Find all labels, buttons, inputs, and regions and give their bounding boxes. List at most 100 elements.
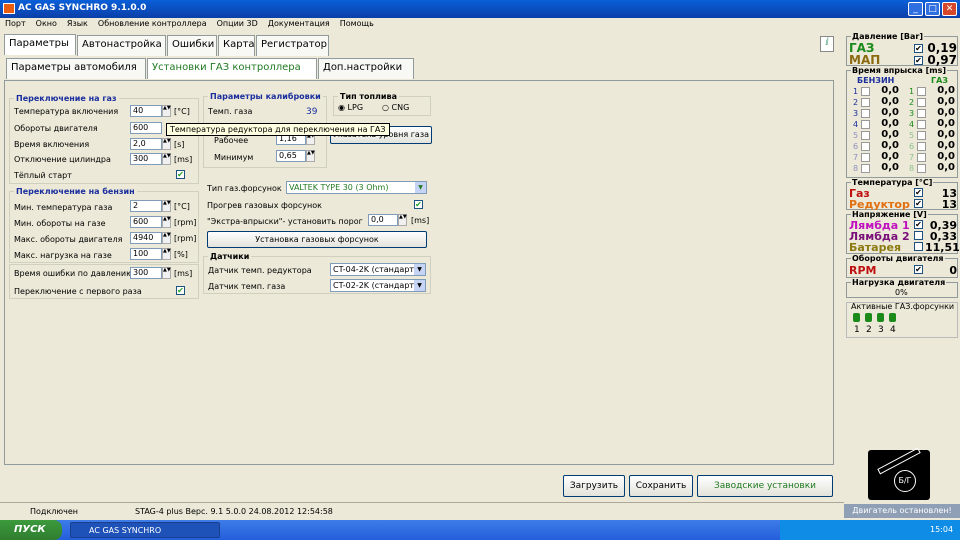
device-info: STAG-4 plus Верс. 9.1 5.0.0 24.08.2012 1…	[135, 507, 333, 516]
petrol-cyl-checkbox[interactable]	[861, 120, 870, 129]
min-gas-temp-stepper[interactable]: ▲▼	[162, 200, 171, 212]
fuel-type-cng-radio[interactable]: ○ CNG	[382, 103, 409, 112]
cylinder-cut-input[interactable]: 300	[130, 153, 162, 165]
menu-port[interactable]: Порт	[0, 18, 31, 29]
switch-time-label: Время включения	[14, 140, 90, 149]
gas-cyl-value: 0,0	[937, 85, 955, 96]
cylinder-cut-stepper[interactable]: ▲▼	[162, 153, 171, 165]
menu-language[interactable]: Язык	[62, 18, 93, 29]
menu-options-3d[interactable]: Опции 3D	[212, 18, 263, 29]
gas-sensor-value: CT-02-2K (стандарт	[333, 281, 415, 290]
menu-update[interactable]: Обновление контроллера	[93, 18, 212, 29]
extra-injection-input[interactable]: 0,0	[368, 214, 398, 226]
pressure-error-stepper[interactable]: ▲▼	[162, 267, 171, 279]
temp-gas-checkbox[interactable]: ✔	[914, 188, 923, 197]
warm-start-checkbox[interactable]: ✔	[176, 170, 185, 179]
tab-car-parameters[interactable]: Параметры автомобиля	[6, 58, 146, 79]
menu-window[interactable]: Окно	[31, 18, 62, 29]
petrol-cyl-checkbox[interactable]	[861, 164, 870, 173]
battery-checkbox[interactable]	[914, 242, 923, 251]
rpm-checkbox[interactable]: ✔	[914, 265, 923, 274]
calib-minimum-stepper[interactable]: ▲▼	[306, 150, 315, 162]
gas-cyl-checkbox[interactable]	[917, 120, 926, 129]
max-engine-rpm-input[interactable]: 4940	[130, 232, 162, 244]
first-switch-checkbox[interactable]: ✔	[176, 286, 185, 295]
injector-type-select[interactable]: VALTEK TYPE 30 (3 Ohm) ▼	[286, 181, 427, 194]
max-load-input[interactable]: 100	[130, 248, 162, 260]
reducer-sensor-select[interactable]: CT-04-2K (стандарт ▼	[330, 263, 426, 276]
engine-rpm-input[interactable]: 600	[130, 122, 162, 134]
petrol-cyl-checkbox[interactable]	[861, 109, 870, 118]
tab-autotune[interactable]: Автонастройка	[77, 35, 166, 56]
tab-errors[interactable]: Ошибки	[167, 35, 217, 56]
petrol-cyl-checkbox[interactable]	[861, 153, 870, 162]
maximize-button[interactable]: □	[925, 2, 940, 16]
switch-temp-input[interactable]: 40	[130, 105, 162, 117]
max-load-stepper[interactable]: ▲▼	[162, 248, 171, 260]
gas-cyl-checkbox[interactable]	[917, 131, 926, 140]
petrol-cyl-checkbox[interactable]	[861, 142, 870, 151]
install-injectors-button[interactable]: Установка газовых форсунок	[207, 231, 427, 248]
gas-switch-widget[interactable]: Б/Г	[868, 447, 930, 500]
tab-recorder[interactable]: Регистратор	[256, 35, 329, 56]
tab-extra-settings[interactable]: Доп.настройки	[318, 58, 414, 79]
calib-minimum-label: Минимум	[214, 153, 254, 162]
petrol-gas-switch-button[interactable]: Б/Г	[894, 470, 916, 492]
taskbar-app-button[interactable]: AC GAS SYNCHRO	[70, 522, 220, 538]
save-button[interactable]: Сохранить	[629, 475, 693, 497]
rpm-value: 0	[949, 264, 957, 277]
tab-map[interactable]: Карта	[218, 35, 255, 56]
menu-help[interactable]: Помощь	[335, 18, 379, 29]
temp-reducer-checkbox[interactable]: ✔	[914, 199, 923, 208]
gas-sensor-select[interactable]: CT-02-2K (стандарт ▼	[330, 279, 426, 292]
rpm-label: RPM	[849, 264, 877, 277]
petrol-cyl-label: 5	[853, 131, 859, 140]
min-gas-rpm-stepper[interactable]: ▲▼	[162, 216, 171, 228]
tab-parameters[interactable]: Параметры	[4, 34, 76, 55]
reducer-sensor-label: Датчик темп. редуктора	[208, 266, 312, 275]
lpg-label: LPG	[347, 103, 364, 112]
menu-docs[interactable]: Документация	[263, 18, 335, 29]
gas-cyl-value: 0,0	[937, 140, 955, 151]
gas-cyl-label: 4	[909, 120, 915, 129]
switch-temp-stepper[interactable]: ▲▼	[162, 105, 171, 117]
extra-injection-unit: [ms]	[411, 216, 430, 225]
petrol-cyl-checkbox[interactable]	[861, 98, 870, 107]
min-gas-rpm-input[interactable]: 600	[130, 216, 162, 228]
pressure-gas-checkbox[interactable]: ✔	[914, 44, 923, 53]
load-button[interactable]: Загрузить	[563, 475, 625, 497]
extra-injection-stepper[interactable]: ▲▼	[398, 214, 407, 226]
min-gas-temp-input[interactable]: 2	[130, 200, 162, 212]
gas-cyl-checkbox[interactable]	[917, 87, 926, 96]
injector-3-icon	[877, 313, 884, 322]
fuel-type-lpg-radio[interactable]: ◉ LPG	[338, 103, 363, 112]
petrol-cyl-checkbox[interactable]	[861, 87, 870, 96]
gas-cyl-checkbox[interactable]	[917, 153, 926, 162]
petrol-cyl-checkbox[interactable]	[861, 131, 870, 140]
menu-bar: Порт Окно Язык Обновление контроллера Опции …	[0, 18, 960, 32]
switch-to-petrol-title: Переключение на бензин	[14, 187, 137, 196]
petrol-cyl-value: 0,0	[881, 107, 899, 118]
gas-cyl-checkbox[interactable]	[917, 109, 926, 118]
calib-minimum-input[interactable]: 0,65	[276, 150, 306, 162]
lambda2-checkbox[interactable]	[914, 231, 923, 240]
gas-cyl-checkbox[interactable]	[917, 164, 926, 173]
injector-heating-checkbox[interactable]: ✔	[414, 200, 423, 209]
gas-cyl-label: 2	[909, 98, 915, 107]
lambda1-checkbox[interactable]: ✔	[914, 220, 923, 229]
close-button[interactable]: ✕	[942, 2, 957, 16]
tab-gas-controller-settings[interactable]: Установки ГАЗ контроллера	[147, 58, 317, 79]
switch-time-stepper[interactable]: ▲▼	[162, 138, 171, 150]
pressure-map-checkbox[interactable]: ✔	[914, 56, 923, 65]
gas-cyl-checkbox[interactable]	[917, 142, 926, 151]
pressure-error-input[interactable]: 300	[130, 267, 162, 279]
voltage-panel: Напряжение [V] Лямбда 1 ✔ 0,39 Лямбда 2 …	[846, 210, 960, 254]
help-icon[interactable]: ⅈ	[820, 36, 834, 52]
max-engine-rpm-stepper[interactable]: ▲▼	[162, 232, 171, 244]
gas-cyl-checkbox[interactable]	[917, 98, 926, 107]
switch-time-input[interactable]: 2,0	[130, 138, 162, 150]
factory-settings-button[interactable]: Заводские установки	[697, 475, 833, 497]
fuel-type-title: Тип топлива	[338, 92, 399, 101]
start-button[interactable]: ПУСК	[0, 520, 62, 540]
minimize-button[interactable]: _	[908, 2, 923, 16]
